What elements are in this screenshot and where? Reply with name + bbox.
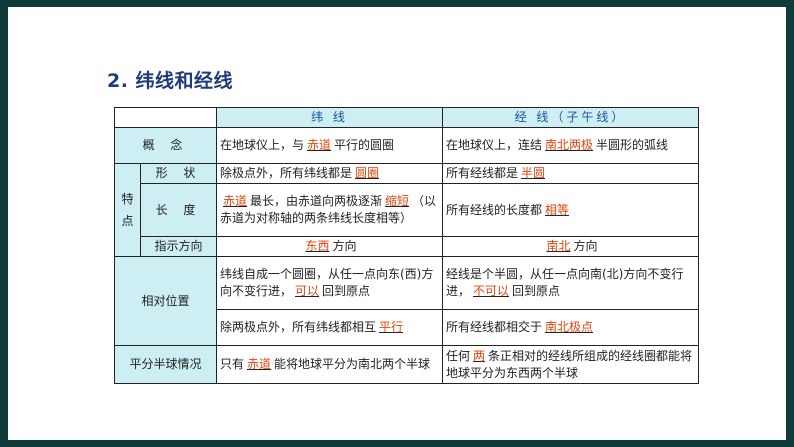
answer-text: 东西 (305, 239, 330, 253)
section-title: 2. 纬线和经线 (107, 70, 234, 92)
cell-weft-concept: 在地球仪上，与 赤道 平行的圆圈 (216, 127, 443, 164)
cell-meridian-relative-2: 所有经线都相交于 南北极点 (442, 309, 699, 346)
label-hemisphere: 平分半球情况 (114, 345, 217, 384)
label-length: 长 度 (140, 183, 217, 237)
cell-meridian-hemisphere: 任何两条正相对的经线所组成的经线圈都能将地球平分为东西两个半球 (442, 345, 699, 384)
answer-text: 可以 (295, 284, 320, 298)
comparison-table: 纬 线 经 线（子午线） 概 念 在地球仪上，与 赤道 平行的圆圈 在地球仪上，连结… (114, 107, 699, 384)
cell-weft-direction: 东西 方向 (216, 236, 443, 257)
cell-weft-relative-1: 纬线自成一个圆圈，从任一点向东(西)方向不变行进， 可以 回到原点 (216, 256, 443, 310)
label-direction: 指示方向 (140, 236, 217, 257)
corner-cell (114, 107, 217, 128)
answer-text: 两 (473, 348, 486, 363)
answer-text: 半圆 (521, 166, 546, 180)
label-concept: 概 念 (114, 127, 217, 164)
label-feature: 特点 (114, 163, 141, 257)
label-relative: 相对位置 (114, 256, 217, 346)
answer-text: 不可以 (473, 284, 510, 298)
cell-weft-length: 赤道 最长，由赤道向两极逐渐 缩短 （以赤道为对称轴的两条纬线长度相等） (216, 183, 443, 237)
cell-weft-relative-2: 除两极点外，所有纬线都相互 平行 (216, 309, 443, 346)
cell-meridian-length: 所有经线的长度都 相等 (442, 183, 699, 237)
answer-text: 赤道 (307, 138, 332, 152)
answer-text: 南北 (546, 239, 571, 253)
answer-text: 相等 (545, 202, 570, 217)
header-meridian: 经 线（子午线） (442, 107, 699, 128)
answer-text: 南北两极 (545, 138, 594, 152)
header-weft: 纬 线 (216, 107, 443, 128)
cell-meridian-shape: 所有经线都是 半圆 (442, 163, 699, 184)
answer-text: 南北极点 (545, 320, 594, 334)
answer-text: 缩短 (385, 194, 410, 208)
answer-text: 平行 (379, 320, 404, 334)
cell-meridian-concept: 在地球仪上，连结 南北两极 半圆形的弧线 (442, 127, 699, 164)
cell-weft-shape: 除极点外，所有纬线都是 圆圈 (216, 163, 443, 184)
cell-meridian-direction: 南北 方向 (442, 236, 699, 257)
answer-text: 赤道 (247, 357, 272, 371)
answer-text: 圆圈 (355, 166, 380, 180)
label-shape: 形 状 (140, 163, 217, 184)
answer-text: 赤道 (223, 194, 248, 208)
cell-weft-hemisphere: 只有 赤道 能将地球平分为南北两个半球 (216, 345, 443, 384)
cell-meridian-relative-1: 经线是个半圆，从任一点向南(北)方向不变行进， 不可以 回到原点 (442, 256, 699, 310)
